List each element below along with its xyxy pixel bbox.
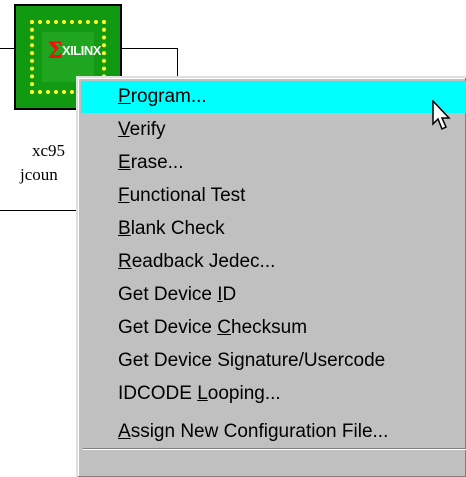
xilinx-logo: Σ XILINX bbox=[42, 32, 101, 82]
menu-item-accelerator: A bbox=[118, 421, 131, 442]
menu-item-accelerator: L bbox=[197, 383, 208, 404]
menu-item-assign-config-file[interactable]: Assign New Configuration File... bbox=[81, 416, 466, 448]
jtag-wire-top bbox=[120, 48, 178, 49]
menu-item-accelerator: g bbox=[234, 350, 245, 371]
menu-item-accelerator: B bbox=[118, 218, 131, 239]
menu-separator bbox=[83, 448, 466, 450]
menu-item-label-post: erify bbox=[129, 119, 166, 140]
device-context-menu: Program... Verify Erase... Functional Test B… bbox=[76, 76, 466, 477]
menu-item-label-post: rase... bbox=[130, 152, 184, 173]
menu-item-label-post: lank Check bbox=[130, 218, 225, 239]
menu-item-get-device-id[interactable]: Get Device ID bbox=[81, 279, 466, 311]
menu-item-functional-test[interactable]: Functional Test bbox=[81, 180, 466, 212]
menu-item-label-pre: Get Device Si bbox=[118, 350, 235, 371]
menu-item-label-post: ooping... bbox=[207, 383, 281, 404]
menu-item-get-device-checksum[interactable]: Get Device Checksum bbox=[81, 312, 466, 344]
menu-item-label-post: nature/Usercode bbox=[244, 350, 386, 371]
xilinx-logo-text: XILINX bbox=[62, 43, 101, 58]
device-part-label: xc95 bbox=[32, 141, 66, 160]
menu-item-label-post: D bbox=[222, 284, 237, 305]
menu-item-label-post: rogram... bbox=[130, 86, 207, 107]
menu-item-blank-check[interactable]: Blank Check bbox=[81, 213, 466, 245]
menu-item-readback-jedec[interactable]: Readback Jedec... bbox=[81, 246, 466, 278]
menu-item-accelerator: P bbox=[118, 86, 131, 107]
menu-item-accelerator: F bbox=[118, 185, 130, 206]
menu-item-accelerator: C bbox=[217, 317, 231, 338]
device-canvas[interactable]: Σ XILINX xc95 jcoun Program... Verify Eras… bbox=[0, 0, 466, 477]
menu-item-accelerator: R bbox=[118, 251, 132, 272]
menu-item-label-pre: Get Device bbox=[118, 317, 218, 338]
arrow-pointer-icon bbox=[432, 100, 451, 131]
menu-item-accelerator: E bbox=[118, 152, 131, 173]
menu-item-get-device-signature[interactable]: Get Device Signature/Usercode bbox=[81, 345, 466, 377]
menu-item-idcode-looping[interactable]: IDCODE Looping... bbox=[81, 378, 466, 410]
menu-item-label-post: eadback Jedec... bbox=[131, 251, 276, 272]
device-file-label: jcoun bbox=[20, 165, 58, 184]
menu-item-label-post: hecksum bbox=[231, 317, 308, 338]
menu-item-program[interactable]: Program... bbox=[81, 81, 466, 113]
menu-item-label-post: unctional Test bbox=[129, 185, 246, 206]
menu-item-label-pre: IDCODE bbox=[118, 383, 198, 404]
menu-item-verify[interactable]: Verify bbox=[81, 114, 466, 146]
menu-item-accelerator: V bbox=[118, 119, 130, 140]
xilinx-sigma-icon: Σ bbox=[47, 38, 63, 64]
menu-item-label-post: ssign New Configuration File... bbox=[130, 421, 389, 442]
menu-item-label-pre: Get Device bbox=[118, 284, 218, 305]
menu-item-erase[interactable]: Erase... bbox=[81, 147, 466, 179]
